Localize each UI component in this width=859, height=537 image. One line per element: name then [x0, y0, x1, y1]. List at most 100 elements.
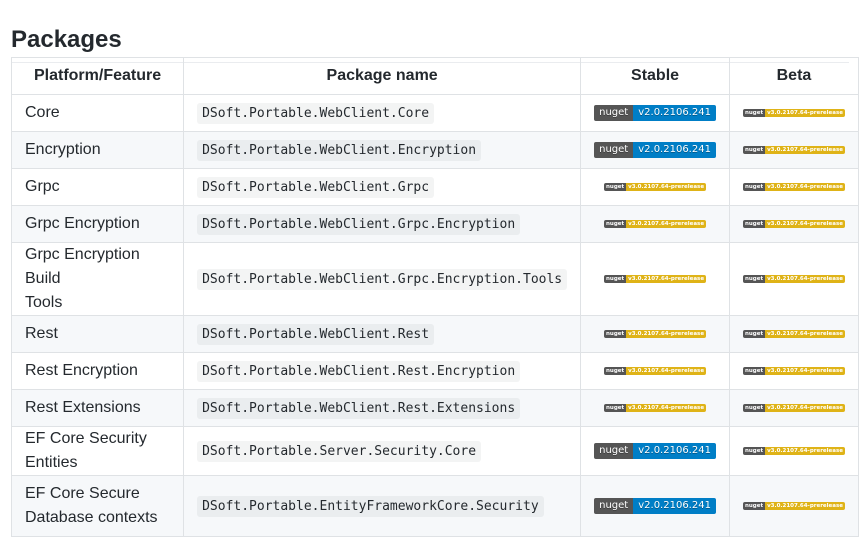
- beta-nuget-badge[interactable]: nuget v3.0.2107.64-prerelease: [742, 329, 845, 338]
- badge-label: nuget: [604, 403, 627, 412]
- badge-version: v3.0.2107.64-prerelease: [765, 403, 845, 412]
- beta-cell: nuget v3.0.2107.64-prerelease: [728, 131, 859, 169]
- beta-nuget-badge[interactable]: nuget v3.0.2107.64-prerelease: [742, 366, 845, 375]
- badge-version: v3.0.2107.64-prerelease: [765, 446, 845, 455]
- badge-version: v2.0.2106.241: [633, 141, 716, 158]
- beta-nuget-badge[interactable]: nuget v3.0.2107.64-prerelease: [742, 403, 845, 412]
- table-row: Encryption DSoft.Portable.WebClient.Encr…: [10, 131, 859, 169]
- badge-label: nuget: [742, 145, 766, 154]
- badge-label: nuget: [742, 182, 766, 191]
- badge-label: nuget: [594, 104, 634, 121]
- badge-version: v3.0.2107.64-prerelease: [765, 182, 845, 191]
- badge-version: v3.0.2107.64-prerelease: [765, 274, 845, 283]
- package-cell: DSoft.Portable.WebClient.Core: [183, 94, 582, 132]
- badge-label: nuget: [742, 501, 766, 510]
- badge-label: nuget: [604, 182, 627, 191]
- feature-cell: Rest Encryption: [10, 352, 185, 390]
- badge-label: nuget: [742, 446, 766, 455]
- package-name: DSoft.Portable.WebClient.Grpc.Encryption…: [197, 268, 568, 290]
- badge-label: nuget: [604, 274, 627, 283]
- badge-version: v3.0.2107.64-prerelease: [765, 501, 845, 510]
- package-cell: DSoft.Portable.WebClient.Grpc.Encryption…: [183, 242, 582, 316]
- stable-cell: nuget v2.0.2106.241: [580, 475, 730, 537]
- badge-version: v3.0.2107.64-prerelease: [765, 108, 845, 117]
- stable-nuget-badge[interactable]: nuget v3.0.2107.64-prerelease: [604, 329, 707, 338]
- beta-cell: nuget v3.0.2107.64-prerelease: [728, 168, 859, 206]
- feature-cell: Grpc Encryption: [10, 205, 185, 243]
- beta-nuget-badge[interactable]: nuget v3.0.2107.64-prerelease: [742, 182, 845, 191]
- column-header-package-name: Package name: [183, 57, 582, 95]
- stable-cell: nuget v3.0.2107.64-prerelease: [580, 352, 730, 390]
- beta-nuget-badge[interactable]: nuget v3.0.2107.64-prerelease: [742, 145, 845, 154]
- table-row: Rest Extensions DSoft.Portable.WebClient…: [10, 389, 859, 427]
- package-name: DSoft.Portable.EntityFrameworkCore.Secur…: [197, 495, 544, 517]
- feature-cell: EF Core Security Entities: [10, 426, 185, 476]
- badge-version: v3.0.2107.64-prerelease: [765, 219, 845, 228]
- beta-cell: nuget v3.0.2107.64-prerelease: [728, 426, 859, 476]
- table-row: Grpc Encryption DSoft.Portable.WebClient…: [10, 205, 859, 243]
- packages-table: Platform/Feature Package name Stable Bet…: [10, 57, 859, 537]
- table-row: Grpc DSoft.Portable.WebClient.Grpc nuget…: [10, 168, 859, 206]
- badge-version: v3.0.2107.64-prerelease: [626, 182, 707, 191]
- stable-cell: nuget v2.0.2106.241: [580, 131, 730, 169]
- beta-nuget-badge[interactable]: nuget v3.0.2107.64-prerelease: [742, 501, 845, 510]
- stable-nuget-badge[interactable]: nuget v2.0.2106.241: [594, 497, 716, 514]
- package-name: DSoft.Portable.WebClient.Encryption: [197, 139, 482, 161]
- package-cell: DSoft.Portable.Server.Security.Core: [183, 426, 582, 476]
- badge-version: v3.0.2107.64-prerelease: [626, 329, 707, 338]
- beta-cell: nuget v3.0.2107.64-prerelease: [728, 315, 859, 353]
- table-row: EF Core Secure Database contexts DSoft.Po…: [10, 475, 859, 537]
- column-header-platform-feature: Platform/Feature: [10, 57, 185, 95]
- stable-nuget-badge[interactable]: nuget v3.0.2107.64-prerelease: [604, 403, 707, 412]
- package-cell: DSoft.Portable.EntityFrameworkCore.Secur…: [183, 475, 582, 537]
- badge-version: v3.0.2107.64-prerelease: [626, 366, 707, 375]
- badge-label: nuget: [604, 366, 627, 375]
- package-cell: DSoft.Portable.WebClient.Grpc: [183, 168, 582, 206]
- beta-nuget-badge[interactable]: nuget v3.0.2107.64-prerelease: [742, 219, 845, 228]
- badge-version: v3.0.2107.64-prerelease: [626, 219, 707, 228]
- beta-cell: nuget v3.0.2107.64-prerelease: [728, 205, 859, 243]
- stable-nuget-badge[interactable]: nuget v3.0.2107.64-prerelease: [604, 219, 707, 228]
- badge-label: nuget: [742, 366, 766, 375]
- package-cell: DSoft.Portable.WebClient.Rest: [183, 315, 582, 353]
- badge-label: nuget: [742, 403, 766, 412]
- feature-cell: Core: [10, 94, 185, 132]
- feature-cell: Encryption: [10, 131, 185, 169]
- badge-label: nuget: [604, 219, 627, 228]
- stable-nuget-badge[interactable]: nuget v2.0.2106.241: [594, 141, 716, 158]
- stable-nuget-badge[interactable]: nuget v2.0.2106.241: [594, 104, 716, 121]
- stable-nuget-badge[interactable]: nuget v2.0.2106.241: [594, 442, 716, 459]
- badge-version: v3.0.2107.64-prerelease: [765, 329, 845, 338]
- table-header-row: Platform/Feature Package name Stable Bet…: [10, 57, 859, 95]
- beta-nuget-badge[interactable]: nuget v3.0.2107.64-prerelease: [742, 108, 845, 117]
- stable-nuget-badge[interactable]: nuget v3.0.2107.64-prerelease: [604, 366, 707, 375]
- table-row: Grpc Encryption Build Tools DSoft.Portabl…: [10, 242, 859, 316]
- feature-cell: Rest: [10, 315, 185, 353]
- package-name: DSoft.Portable.Server.Security.Core: [197, 440, 482, 462]
- column-header-stable: Stable: [580, 57, 730, 95]
- stable-nuget-badge[interactable]: nuget v3.0.2107.64-prerelease: [604, 274, 707, 283]
- badge-label: nuget: [594, 497, 634, 514]
- table-row: Rest Encryption DSoft.Portable.WebClient…: [10, 352, 859, 390]
- package-name: DSoft.Portable.WebClient.Grpc: [197, 176, 435, 198]
- feature-cell: Grpc: [10, 168, 185, 206]
- table-row: Core DSoft.Portable.WebClient.Core nuget…: [10, 94, 859, 132]
- beta-cell: nuget v3.0.2107.64-prerelease: [728, 242, 859, 316]
- table-row: Rest DSoft.Portable.WebClient.Rest nuget…: [10, 315, 859, 353]
- badge-version: v3.0.2107.64-prerelease: [765, 145, 845, 154]
- package-name: DSoft.Portable.WebClient.Rest: [197, 323, 435, 345]
- stable-cell: nuget v3.0.2107.64-prerelease: [580, 315, 730, 353]
- stable-nuget-badge[interactable]: nuget v3.0.2107.64-prerelease: [604, 182, 707, 191]
- stable-cell: nuget v2.0.2106.241: [580, 426, 730, 476]
- badge-label: nuget: [742, 108, 766, 117]
- stable-cell: nuget v3.0.2107.64-prerelease: [580, 242, 730, 316]
- beta-cell: nuget v3.0.2107.64-prerelease: [728, 389, 859, 427]
- beta-cell: nuget v3.0.2107.64-prerelease: [728, 94, 859, 132]
- badge-label: nuget: [594, 141, 634, 158]
- beta-nuget-badge[interactable]: nuget v3.0.2107.64-prerelease: [742, 446, 845, 455]
- stable-cell: nuget v3.0.2107.64-prerelease: [580, 389, 730, 427]
- package-name: DSoft.Portable.WebClient.Grpc.Encryption: [197, 213, 521, 235]
- badge-label: nuget: [594, 442, 634, 459]
- beta-nuget-badge[interactable]: nuget v3.0.2107.64-prerelease: [742, 274, 845, 283]
- feature-cell: Grpc Encryption Build Tools: [10, 242, 185, 316]
